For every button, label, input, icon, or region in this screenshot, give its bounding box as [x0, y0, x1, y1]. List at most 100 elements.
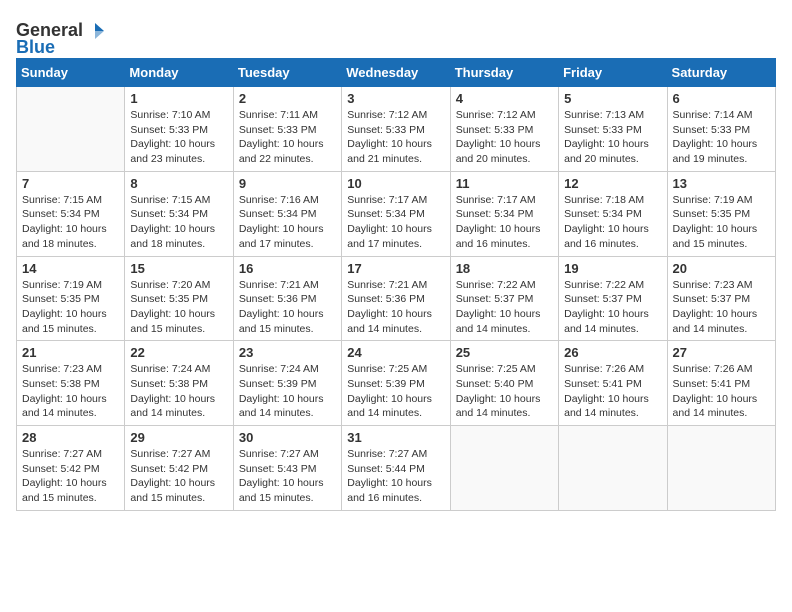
- day-number: 25: [456, 345, 553, 360]
- day-info: Sunrise: 7:18 AM Sunset: 5:34 PM Dayligh…: [564, 193, 661, 252]
- day-number: 19: [564, 261, 661, 276]
- calendar-cell: 30 Sunrise: 7:27 AM Sunset: 5:43 PM Dayli…: [233, 426, 341, 511]
- day-info: Sunrise: 7:12 AM Sunset: 5:33 PM Dayligh…: [456, 108, 553, 167]
- day-info: Sunrise: 7:25 AM Sunset: 5:40 PM Dayligh…: [456, 362, 553, 421]
- calendar-table: SundayMondayTuesdayWednesdayThursdayFrid…: [16, 58, 776, 511]
- day-number: 11: [456, 176, 553, 191]
- day-info: Sunrise: 7:23 AM Sunset: 5:38 PM Dayligh…: [22, 362, 119, 421]
- calendar-cell: 29Sunrise: 7:27 AM Sunset: 5:42 PM Dayli…: [125, 426, 233, 511]
- day-info: Sunrise: 7:19 AM Sunset: 5:35 PM Dayligh…: [673, 193, 770, 252]
- day-info: Sunrise: 7:17 AM Sunset: 5:34 PM Dayligh…: [456, 193, 553, 252]
- logo-flag-icon: [84, 21, 106, 41]
- day-number: 20: [673, 261, 770, 276]
- calendar-cell: 14Sunrise: 7:19 AM Sunset: 5:35 PM Dayli…: [17, 256, 125, 341]
- calendar-cell: [667, 426, 775, 511]
- day-number: 1: [130, 91, 227, 106]
- day-number: 30: [239, 430, 336, 445]
- day-number: 24: [347, 345, 444, 360]
- calendar-cell: 18Sunrise: 7:22 AM Sunset: 5:37 PM Dayli…: [450, 256, 558, 341]
- day-info: Sunrise: 7:19 AM Sunset: 5:35 PM Dayligh…: [22, 278, 119, 337]
- calendar-cell: 13 Sunrise: 7:19 AM Sunset: 5:35 PM Dayli…: [667, 171, 775, 256]
- calendar-cell: 15Sunrise: 7:20 AM Sunset: 5:35 PM Dayli…: [125, 256, 233, 341]
- day-number: 29: [130, 430, 227, 445]
- calendar-cell: 25 Sunrise: 7:25 AM Sunset: 5:40 PM Dayli…: [450, 341, 558, 426]
- weekday-header-tuesday: Tuesday: [233, 59, 341, 87]
- day-info: Sunrise: 7:16 AM Sunset: 5:34 PM Dayligh…: [239, 193, 336, 252]
- day-number: 23: [239, 345, 336, 360]
- weekday-header-friday: Friday: [559, 59, 667, 87]
- weekday-header-thursday: Thursday: [450, 59, 558, 87]
- day-info: Sunrise: 7:10 AM Sunset: 5:33 PM Dayligh…: [130, 108, 227, 167]
- weekday-header-wednesday: Wednesday: [342, 59, 450, 87]
- calendar-cell: 26 Sunrise: 7:26 AM Sunset: 5:41 PM Dayli…: [559, 341, 667, 426]
- calendar-cell: 27Sunrise: 7:26 AM Sunset: 5:41 PM Dayli…: [667, 341, 775, 426]
- day-info: Sunrise: 7:22 AM Sunset: 5:37 PM Dayligh…: [564, 278, 661, 337]
- day-number: 17: [347, 261, 444, 276]
- day-info: Sunrise: 7:15 AM Sunset: 5:34 PM Dayligh…: [130, 193, 227, 252]
- calendar-cell: 16 Sunrise: 7:21 AM Sunset: 5:36 PM Dayli…: [233, 256, 341, 341]
- calendar-cell: 10 Sunrise: 7:17 AM Sunset: 5:34 PM Dayli…: [342, 171, 450, 256]
- week-row-3: 14Sunrise: 7:19 AM Sunset: 5:35 PM Dayli…: [17, 256, 776, 341]
- calendar-cell: 4Sunrise: 7:12 AM Sunset: 5:33 PM Daylig…: [450, 87, 558, 172]
- calendar-cell: 21 Sunrise: 7:23 AM Sunset: 5:38 PM Dayli…: [17, 341, 125, 426]
- calendar-cell: 24 Sunrise: 7:25 AM Sunset: 5:39 PM Dayli…: [342, 341, 450, 426]
- calendar-cell: 20 Sunrise: 7:23 AM Sunset: 5:37 PM Dayli…: [667, 256, 775, 341]
- day-number: 5: [564, 91, 661, 106]
- day-number: 22: [130, 345, 227, 360]
- calendar-cell: 23 Sunrise: 7:24 AM Sunset: 5:39 PM Dayli…: [233, 341, 341, 426]
- week-row-4: 21 Sunrise: 7:23 AM Sunset: 5:38 PM Dayli…: [17, 341, 776, 426]
- day-number: 12: [564, 176, 661, 191]
- calendar-cell: 11 Sunrise: 7:17 AM Sunset: 5:34 PM Dayli…: [450, 171, 558, 256]
- calendar-cell: 28 Sunrise: 7:27 AM Sunset: 5:42 PM Dayli…: [17, 426, 125, 511]
- week-row-2: 7Sunrise: 7:15 AM Sunset: 5:34 PM Daylig…: [17, 171, 776, 256]
- day-info: Sunrise: 7:21 AM Sunset: 5:36 PM Dayligh…: [347, 278, 444, 337]
- calendar-cell: 1 Sunrise: 7:10 AM Sunset: 5:33 PM Daylig…: [125, 87, 233, 172]
- day-info: Sunrise: 7:27 AM Sunset: 5:42 PM Dayligh…: [22, 447, 119, 506]
- calendar-cell: 3Sunrise: 7:12 AM Sunset: 5:33 PM Daylig…: [342, 87, 450, 172]
- calendar-cell: 9 Sunrise: 7:16 AM Sunset: 5:34 PM Daylig…: [233, 171, 341, 256]
- calendar-cell: 7Sunrise: 7:15 AM Sunset: 5:34 PM Daylig…: [17, 171, 125, 256]
- day-info: Sunrise: 7:24 AM Sunset: 5:38 PM Dayligh…: [130, 362, 227, 421]
- calendar-cell: 17 Sunrise: 7:21 AM Sunset: 5:36 PM Dayli…: [342, 256, 450, 341]
- day-info: Sunrise: 7:21 AM Sunset: 5:36 PM Dayligh…: [239, 278, 336, 337]
- day-info: Sunrise: 7:26 AM Sunset: 5:41 PM Dayligh…: [673, 362, 770, 421]
- calendar-cell: 8Sunrise: 7:15 AM Sunset: 5:34 PM Daylig…: [125, 171, 233, 256]
- day-number: 6: [673, 91, 770, 106]
- day-info: Sunrise: 7:27 AM Sunset: 5:44 PM Dayligh…: [347, 447, 444, 506]
- logo-blue-text: Blue: [16, 37, 55, 58]
- weekday-header-saturday: Saturday: [667, 59, 775, 87]
- calendar-cell: 6 Sunrise: 7:14 AM Sunset: 5:33 PM Daylig…: [667, 87, 775, 172]
- calendar-cell: 5Sunrise: 7:13 AM Sunset: 5:33 PM Daylig…: [559, 87, 667, 172]
- calendar-cell: 2Sunrise: 7:11 AM Sunset: 5:33 PM Daylig…: [233, 87, 341, 172]
- day-info: Sunrise: 7:27 AM Sunset: 5:43 PM Dayligh…: [239, 447, 336, 506]
- calendar-cell: [559, 426, 667, 511]
- day-number: 26: [564, 345, 661, 360]
- day-info: Sunrise: 7:17 AM Sunset: 5:34 PM Dayligh…: [347, 193, 444, 252]
- day-info: Sunrise: 7:25 AM Sunset: 5:39 PM Dayligh…: [347, 362, 444, 421]
- day-info: Sunrise: 7:24 AM Sunset: 5:39 PM Dayligh…: [239, 362, 336, 421]
- day-info: Sunrise: 7:11 AM Sunset: 5:33 PM Dayligh…: [239, 108, 336, 167]
- week-row-1: 1 Sunrise: 7:10 AM Sunset: 5:33 PM Daylig…: [17, 87, 776, 172]
- day-number: 9: [239, 176, 336, 191]
- day-info: Sunrise: 7:23 AM Sunset: 5:37 PM Dayligh…: [673, 278, 770, 337]
- day-number: 28: [22, 430, 119, 445]
- calendar-cell: 12 Sunrise: 7:18 AM Sunset: 5:34 PM Dayli…: [559, 171, 667, 256]
- day-number: 3: [347, 91, 444, 106]
- day-info: Sunrise: 7:15 AM Sunset: 5:34 PM Dayligh…: [22, 193, 119, 252]
- calendar-cell: 19 Sunrise: 7:22 AM Sunset: 5:37 PM Dayli…: [559, 256, 667, 341]
- logo: General Blue: [16, 20, 107, 58]
- weekday-header-sunday: Sunday: [17, 59, 125, 87]
- day-number: 13: [673, 176, 770, 191]
- calendar-cell: [450, 426, 558, 511]
- day-number: 21: [22, 345, 119, 360]
- calendar-cell: 22 Sunrise: 7:24 AM Sunset: 5:38 PM Dayli…: [125, 341, 233, 426]
- day-info: Sunrise: 7:14 AM Sunset: 5:33 PM Dayligh…: [673, 108, 770, 167]
- weekday-header-monday: Monday: [125, 59, 233, 87]
- weekday-header-row: SundayMondayTuesdayWednesdayThursdayFrid…: [17, 59, 776, 87]
- day-number: 10: [347, 176, 444, 191]
- day-number: 16: [239, 261, 336, 276]
- day-info: Sunrise: 7:26 AM Sunset: 5:41 PM Dayligh…: [564, 362, 661, 421]
- day-number: 15: [130, 261, 227, 276]
- calendar-cell: [17, 87, 125, 172]
- week-row-5: 28 Sunrise: 7:27 AM Sunset: 5:42 PM Dayli…: [17, 426, 776, 511]
